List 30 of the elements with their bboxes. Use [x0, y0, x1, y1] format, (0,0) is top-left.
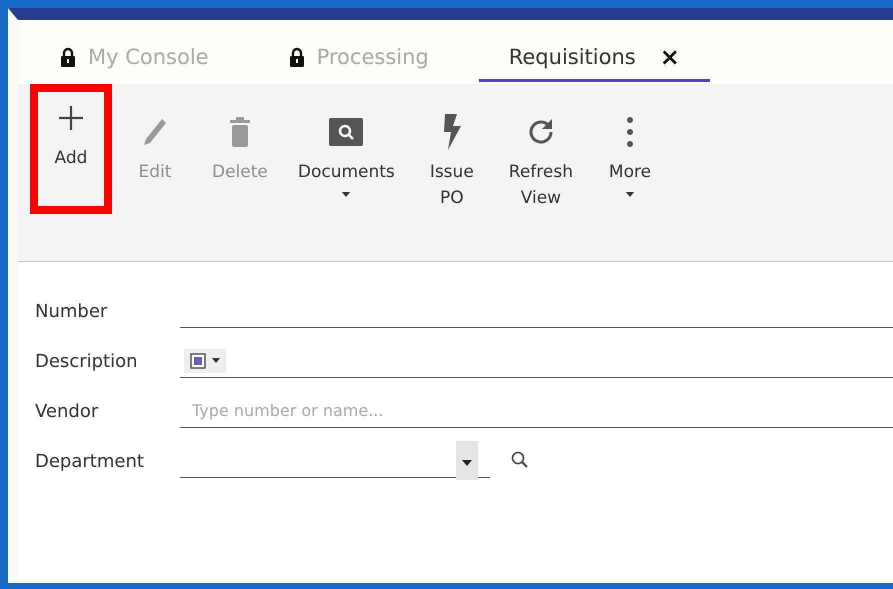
toolbar-button[interactable]: Refresh View [500, 106, 581, 223]
search-icon[interactable] [510, 450, 530, 470]
toolbar-button[interactable]: Issue PO [416, 106, 487, 223]
lightning-icon [442, 114, 462, 150]
trash-icon [228, 116, 251, 148]
toolbar-button[interactable]: Documents [290, 106, 403, 202]
input-field[interactable]: Type number or name... [180, 394, 893, 428]
search-icon [329, 118, 364, 146]
pencil-icon [142, 117, 168, 147]
more-icon [626, 116, 634, 148]
caret-icon [626, 192, 634, 196]
field-label: Department [35, 451, 145, 474]
lock-icon [60, 46, 76, 66]
caret-icon [462, 460, 472, 466]
field-label: Number [35, 301, 108, 324]
tab-label: My Console [88, 44, 209, 68]
field-label: Description [35, 351, 139, 374]
toolbar-button[interactable]: Add [36, 90, 106, 208]
field-label: Vendor [35, 401, 100, 424]
caret-icon [212, 358, 220, 363]
lock-icon [288, 46, 305, 66]
tab-label: Processing [316, 44, 429, 68]
format-dropdown[interactable] [184, 348, 226, 372]
plus-icon [58, 105, 84, 131]
dropdown-field[interactable] [180, 444, 490, 478]
caret-icon [342, 192, 350, 196]
formatting-icon [190, 352, 206, 368]
close-icon[interactable]: × [660, 42, 680, 70]
toolbar-button[interactable]: More [595, 106, 665, 202]
tab-label: Requisitions [508, 44, 636, 68]
